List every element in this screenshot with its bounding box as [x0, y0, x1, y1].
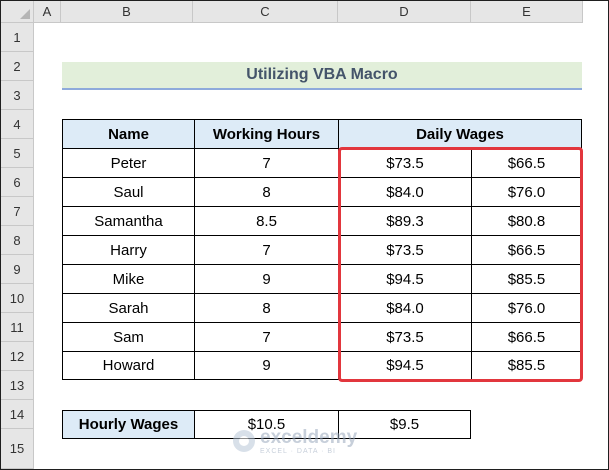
row-header-4[interactable]: 4	[1, 110, 34, 139]
column-header-e[interactable]: E	[471, 1, 583, 23]
table-cell-hours[interactable]: 8	[194, 177, 338, 206]
row-header-14[interactable]: 14	[1, 400, 34, 429]
table-cell-hours[interactable]: 8.5	[194, 206, 338, 235]
row-header-3[interactable]: 3	[1, 81, 34, 110]
table-cell-wage[interactable]: $66.5	[471, 148, 582, 177]
table-cell-name[interactable]: Peter	[62, 148, 194, 177]
row-header-9[interactable]: 9	[1, 255, 34, 284]
row-header-1[interactable]: 1	[1, 23, 34, 52]
table-cell-wage[interactable]: $84.0	[338, 293, 471, 322]
select-all-triangle	[20, 9, 30, 19]
table-cell-name[interactable]: Saul	[62, 177, 194, 206]
column-header-c[interactable]: C	[193, 1, 338, 23]
header-name[interactable]: Name	[62, 119, 194, 148]
hourly-rate-1[interactable]: $10.5	[194, 410, 338, 439]
hourly-wages-label[interactable]: Hourly Wages	[62, 410, 194, 439]
spreadsheet: Utilizing VBA Macro Name Working Hours Dai…	[0, 0, 609, 470]
table-cell-wage[interactable]: $76.0	[471, 293, 582, 322]
row-header-8[interactable]: 8	[1, 226, 34, 255]
table-cell-wage[interactable]: $85.5	[471, 351, 582, 380]
row-header-10[interactable]: 10	[1, 284, 34, 313]
header-daily-wages[interactable]: Daily Wages	[338, 119, 582, 148]
column-header-b[interactable]: B	[61, 1, 193, 23]
table-cell-wage[interactable]: $94.5	[338, 351, 471, 380]
table-cell-hours[interactable]: 7	[194, 148, 338, 177]
table-cell-name[interactable]: Harry	[62, 235, 194, 264]
table-cell-wage[interactable]: $80.8	[471, 206, 582, 235]
table-cell-wage[interactable]: $73.5	[338, 148, 471, 177]
watermark-tagline: EXCEL · DATA · BI	[260, 447, 336, 455]
table-cell-hours[interactable]: 7	[194, 322, 338, 351]
table-cell-name[interactable]: Howard	[62, 351, 194, 380]
sheet-title[interactable]: Utilizing VBA Macro	[62, 62, 582, 90]
row-header-2[interactable]: 2	[1, 52, 34, 81]
table-cell-wage[interactable]: $73.5	[338, 322, 471, 351]
row-header-7[interactable]: 7	[1, 197, 34, 226]
row-header-12[interactable]: 12	[1, 342, 34, 371]
header-working-hours[interactable]: Working Hours	[194, 119, 338, 148]
table-cell-wage[interactable]: $84.0	[338, 177, 471, 206]
column-header-d[interactable]: D	[338, 1, 471, 23]
table-cell-wage[interactable]: $66.5	[471, 322, 582, 351]
table-cell-hours[interactable]: 7	[194, 235, 338, 264]
table-cell-wage[interactable]: $85.5	[471, 264, 582, 293]
table-cell-name[interactable]: Sarah	[62, 293, 194, 322]
row-header-15[interactable]: 15	[1, 429, 34, 469]
table-cell-hours[interactable]: 9	[194, 351, 338, 380]
table-cell-name[interactable]: Sam	[62, 322, 194, 351]
row-header-13[interactable]: 13	[1, 371, 34, 400]
row-header-11[interactable]: 11	[1, 313, 34, 342]
table-cell-name[interactable]: Samantha	[62, 206, 194, 235]
table-cell-name[interactable]: Mike	[62, 264, 194, 293]
column-header-a[interactable]: A	[34, 1, 61, 23]
table-cell-hours[interactable]: 8	[194, 293, 338, 322]
table-cell-wage[interactable]: $94.5	[338, 264, 471, 293]
row-header-5[interactable]: 5	[1, 139, 34, 168]
table-cell-wage[interactable]: $76.0	[471, 177, 582, 206]
hourly-rate-2[interactable]: $9.5	[338, 410, 471, 439]
table-cell-wage[interactable]: $66.5	[471, 235, 582, 264]
row-header-6[interactable]: 6	[1, 168, 34, 197]
table-cell-wage[interactable]: $89.3	[338, 206, 471, 235]
table-cell-hours[interactable]: 9	[194, 264, 338, 293]
table-cell-wage[interactable]: $73.5	[338, 235, 471, 264]
select-all-corner[interactable]	[1, 1, 34, 23]
